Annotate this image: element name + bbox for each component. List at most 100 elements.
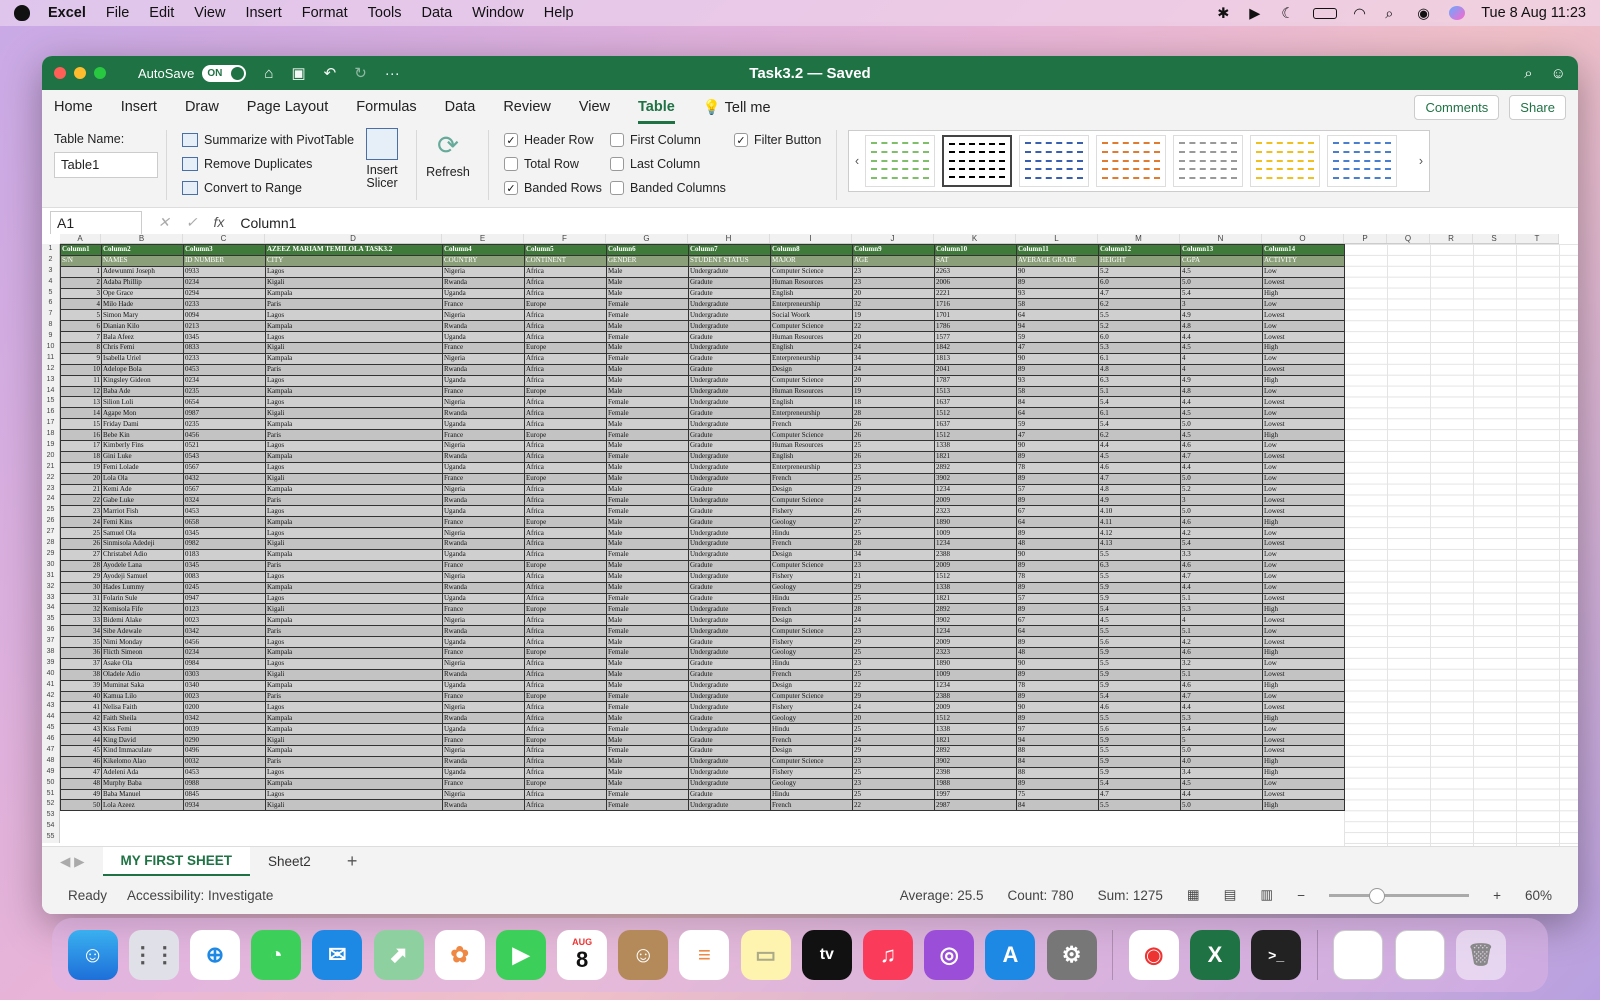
table-row[interactable]: 40 Kamua Lilo 0023 Paris France Europe Female U… [60, 690, 1345, 703]
option-first-column[interactable]: First Column [610, 128, 726, 152]
table-cell[interactable]: Female [606, 396, 689, 409]
table-cell[interactable]: 1338 [934, 440, 1017, 452]
table-cell[interactable]: France [442, 777, 525, 790]
table-cell[interactable]: 5.3 [1180, 603, 1263, 616]
table-cell[interactable]: Kampala [265, 320, 443, 333]
table-cell[interactable]: COUNTRY [442, 254, 525, 267]
table-cell[interactable]: SAT [934, 254, 1017, 267]
table-row[interactable]: 5 Simon Mary 0094 Lagos Nigeria Africa Female U… [60, 309, 1345, 322]
play-icon[interactable]: ▶ [1249, 6, 1265, 22]
table-cell[interactable]: Africa [524, 570, 607, 583]
page-layout-icon[interactable]: ▤ [1224, 887, 1237, 903]
table-cell[interactable]: Lagos [265, 766, 443, 779]
table-cell[interactable]: 4.7 [1180, 690, 1263, 703]
minimize-button[interactable] [74, 67, 86, 79]
table-cell[interactable]: Geology [770, 581, 853, 594]
zoom-in-icon[interactable]: + [1493, 888, 1501, 903]
table-cell[interactable]: Column4 [442, 244, 525, 256]
table-cell[interactable]: Column11 [1016, 244, 1099, 256]
table-cell[interactable]: Europe [524, 516, 607, 529]
row-header[interactable]: 37 [42, 636, 59, 647]
table-cell[interactable]: 4.8 [1180, 320, 1263, 333]
table-cell[interactable]: Europe [524, 298, 607, 311]
zoom-out-icon[interactable]: − [1297, 888, 1305, 903]
table-cell[interactable]: Dianian Kilo [101, 320, 184, 333]
tab-data[interactable]: Data [445, 93, 476, 122]
table-cell[interactable]: Nigeria [442, 396, 525, 409]
table-cell[interactable]: 24 [852, 701, 935, 714]
table-cell[interactable]: 89 [1016, 690, 1099, 703]
table-cell[interactable]: Column2 [101, 244, 184, 256]
table-cell[interactable]: 0340 [183, 679, 266, 692]
menu-edit[interactable]: Edit [149, 5, 174, 21]
table-cell[interactable]: Kampala [265, 516, 443, 529]
table-cell[interactable]: 2009 [934, 559, 1017, 572]
table-cell[interactable]: 0234 [183, 646, 266, 659]
table-cell[interactable]: Lagos [265, 440, 443, 452]
row-header[interactable]: 14 [42, 386, 59, 397]
table-cell[interactable]: Kampala [265, 679, 443, 692]
table-row[interactable]: 30 Hades Lummy 0245 Kampala Rwanda Africa Male… [60, 581, 1345, 594]
table-cell[interactable]: France [442, 516, 525, 529]
table-cell[interactable]: 19 [852, 309, 935, 322]
tab-view[interactable]: View [579, 93, 610, 122]
table-cell[interactable]: 29 [60, 570, 102, 583]
close-button[interactable] [54, 67, 66, 79]
row-header[interactable]: 35 [42, 614, 59, 625]
table-cell[interactable]: 24 [852, 734, 935, 746]
table-cell[interactable]: 11 [60, 374, 102, 387]
table-cell[interactable]: Fishery [770, 505, 853, 518]
table-cell[interactable]: Low [1262, 625, 1345, 638]
table-cell[interactable]: 0234 [183, 374, 266, 387]
table-cell[interactable]: Bala Afeez [101, 331, 184, 344]
table-cell[interactable]: Male [606, 374, 689, 387]
table-cell[interactable]: Oladele Adio [101, 668, 184, 681]
table-row[interactable]: 9 Isabella Uriel 0233 Kampala Nigeria Africa F… [60, 352, 1345, 365]
table-cell[interactable]: 90 [1016, 352, 1099, 365]
table-cell[interactable]: Uganda [442, 548, 525, 561]
table-cell[interactable]: 3.3 [1180, 548, 1263, 561]
table-cell[interactable]: Kigali [265, 276, 443, 289]
table-cell[interactable]: 33 [60, 614, 102, 627]
table-cell[interactable]: 48 [60, 777, 102, 790]
table-cell[interactable]: Enterpreneurship [770, 298, 853, 311]
table-cell[interactable]: 1234 [934, 625, 1017, 638]
table-cell[interactable]: 4.4 [1180, 581, 1263, 594]
table-row[interactable]: 42 Faith Sheila 0342 Kampala Rwanda Africa Mal… [60, 712, 1345, 725]
table-cell[interactable]: 2323 [934, 505, 1017, 518]
table-cell[interactable]: Undergradute [688, 614, 771, 627]
table-cell[interactable]: 3 [1180, 298, 1263, 311]
table-cell[interactable]: Gradute [688, 363, 771, 376]
table-cell[interactable]: Lowest [1262, 494, 1345, 507]
table-cell[interactable]: 6.0 [1098, 331, 1181, 344]
table-cell[interactable]: 3902 [934, 755, 1017, 768]
name-box[interactable]: A1 [50, 210, 142, 235]
table-cell[interactable]: 0213 [183, 320, 266, 333]
table-cell[interactable]: Lowest [1262, 505, 1345, 518]
table-row[interactable]: 36 Flicth Simeon 0234 Kampala France Europe Fe… [60, 646, 1345, 659]
table-cell[interactable]: 5.0 [1180, 472, 1263, 485]
table-cell[interactable]: Male [606, 712, 689, 725]
table-cell[interactable]: Lagos [265, 461, 443, 474]
table-row[interactable]: 6 Dianian Kilo 0213 Kampala Rwanda Africa Male… [60, 320, 1345, 333]
table-cell[interactable]: Hindu [770, 527, 853, 540]
table-cell[interactable]: Baba Manuel [101, 788, 184, 801]
table-row[interactable]: 49 Baba Manuel 0845 Lagos Nigeria Africa Femal… [60, 788, 1345, 801]
table-cell[interactable]: French [770, 734, 853, 746]
table-cell[interactable]: 2892 [934, 603, 1017, 616]
table-cell[interactable]: Gradute [688, 407, 771, 420]
table-cell[interactable]: Kampala [265, 777, 443, 790]
table-cell[interactable]: Uganda [442, 679, 525, 692]
table-cell[interactable]: 4.7 [1180, 570, 1263, 583]
row-header[interactable]: 23 [42, 484, 59, 495]
table-cell[interactable]: 1787 [934, 374, 1017, 387]
table-cell[interactable]: Undergradute [688, 265, 771, 278]
table-cell[interactable]: Low [1262, 657, 1345, 670]
table-cell[interactable]: Undergradute [688, 538, 771, 550]
option-last-column[interactable]: Last Column [610, 152, 726, 176]
table-cell[interactable]: 64 [1016, 407, 1099, 420]
table-cell[interactable]: Kemisola Fife [101, 603, 184, 616]
table-cell[interactable]: Adaba Phillip [101, 276, 184, 289]
table-cell[interactable]: 4.6 [1180, 679, 1263, 692]
table-cell[interactable]: 23 [852, 625, 935, 638]
